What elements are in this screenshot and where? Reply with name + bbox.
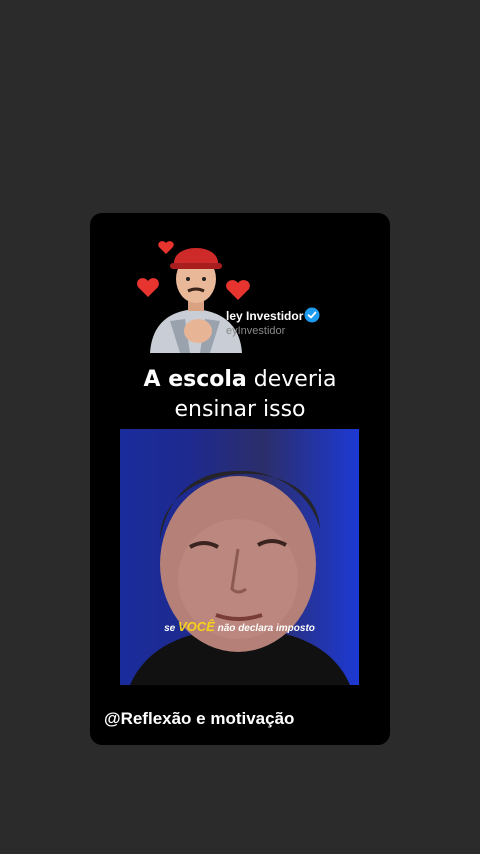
video-frame bbox=[130, 470, 350, 685]
video-player[interactable]: se VOCÊ não declara imposto bbox=[120, 429, 359, 685]
caption-highlight: VOCÊ bbox=[178, 619, 215, 634]
profile-name[interactable]: ley Investidor bbox=[226, 309, 303, 323]
video-caption: se VOCÊ não declara imposto bbox=[120, 619, 359, 634]
headline-line2: ensinar isso bbox=[174, 397, 306, 422]
verified-badge-icon bbox=[304, 307, 320, 323]
heart-icon bbox=[158, 241, 174, 254]
profile-handle: eyInvestidor bbox=[226, 325, 286, 337]
caption-pre: se bbox=[164, 623, 179, 634]
footer-handle[interactable]: @Reflexão e motivação bbox=[104, 709, 294, 729]
story-card: ley Investidor eyInvestidor A escola dev… bbox=[90, 213, 390, 745]
headline-bold: A escola bbox=[143, 367, 247, 392]
headline-rest: deveria bbox=[246, 367, 337, 392]
heart-icon bbox=[137, 278, 159, 297]
caption-post: não declara imposto bbox=[214, 623, 315, 634]
heart-icon bbox=[226, 280, 250, 300]
headline: A escola deveria ensinar isso bbox=[90, 365, 390, 425]
